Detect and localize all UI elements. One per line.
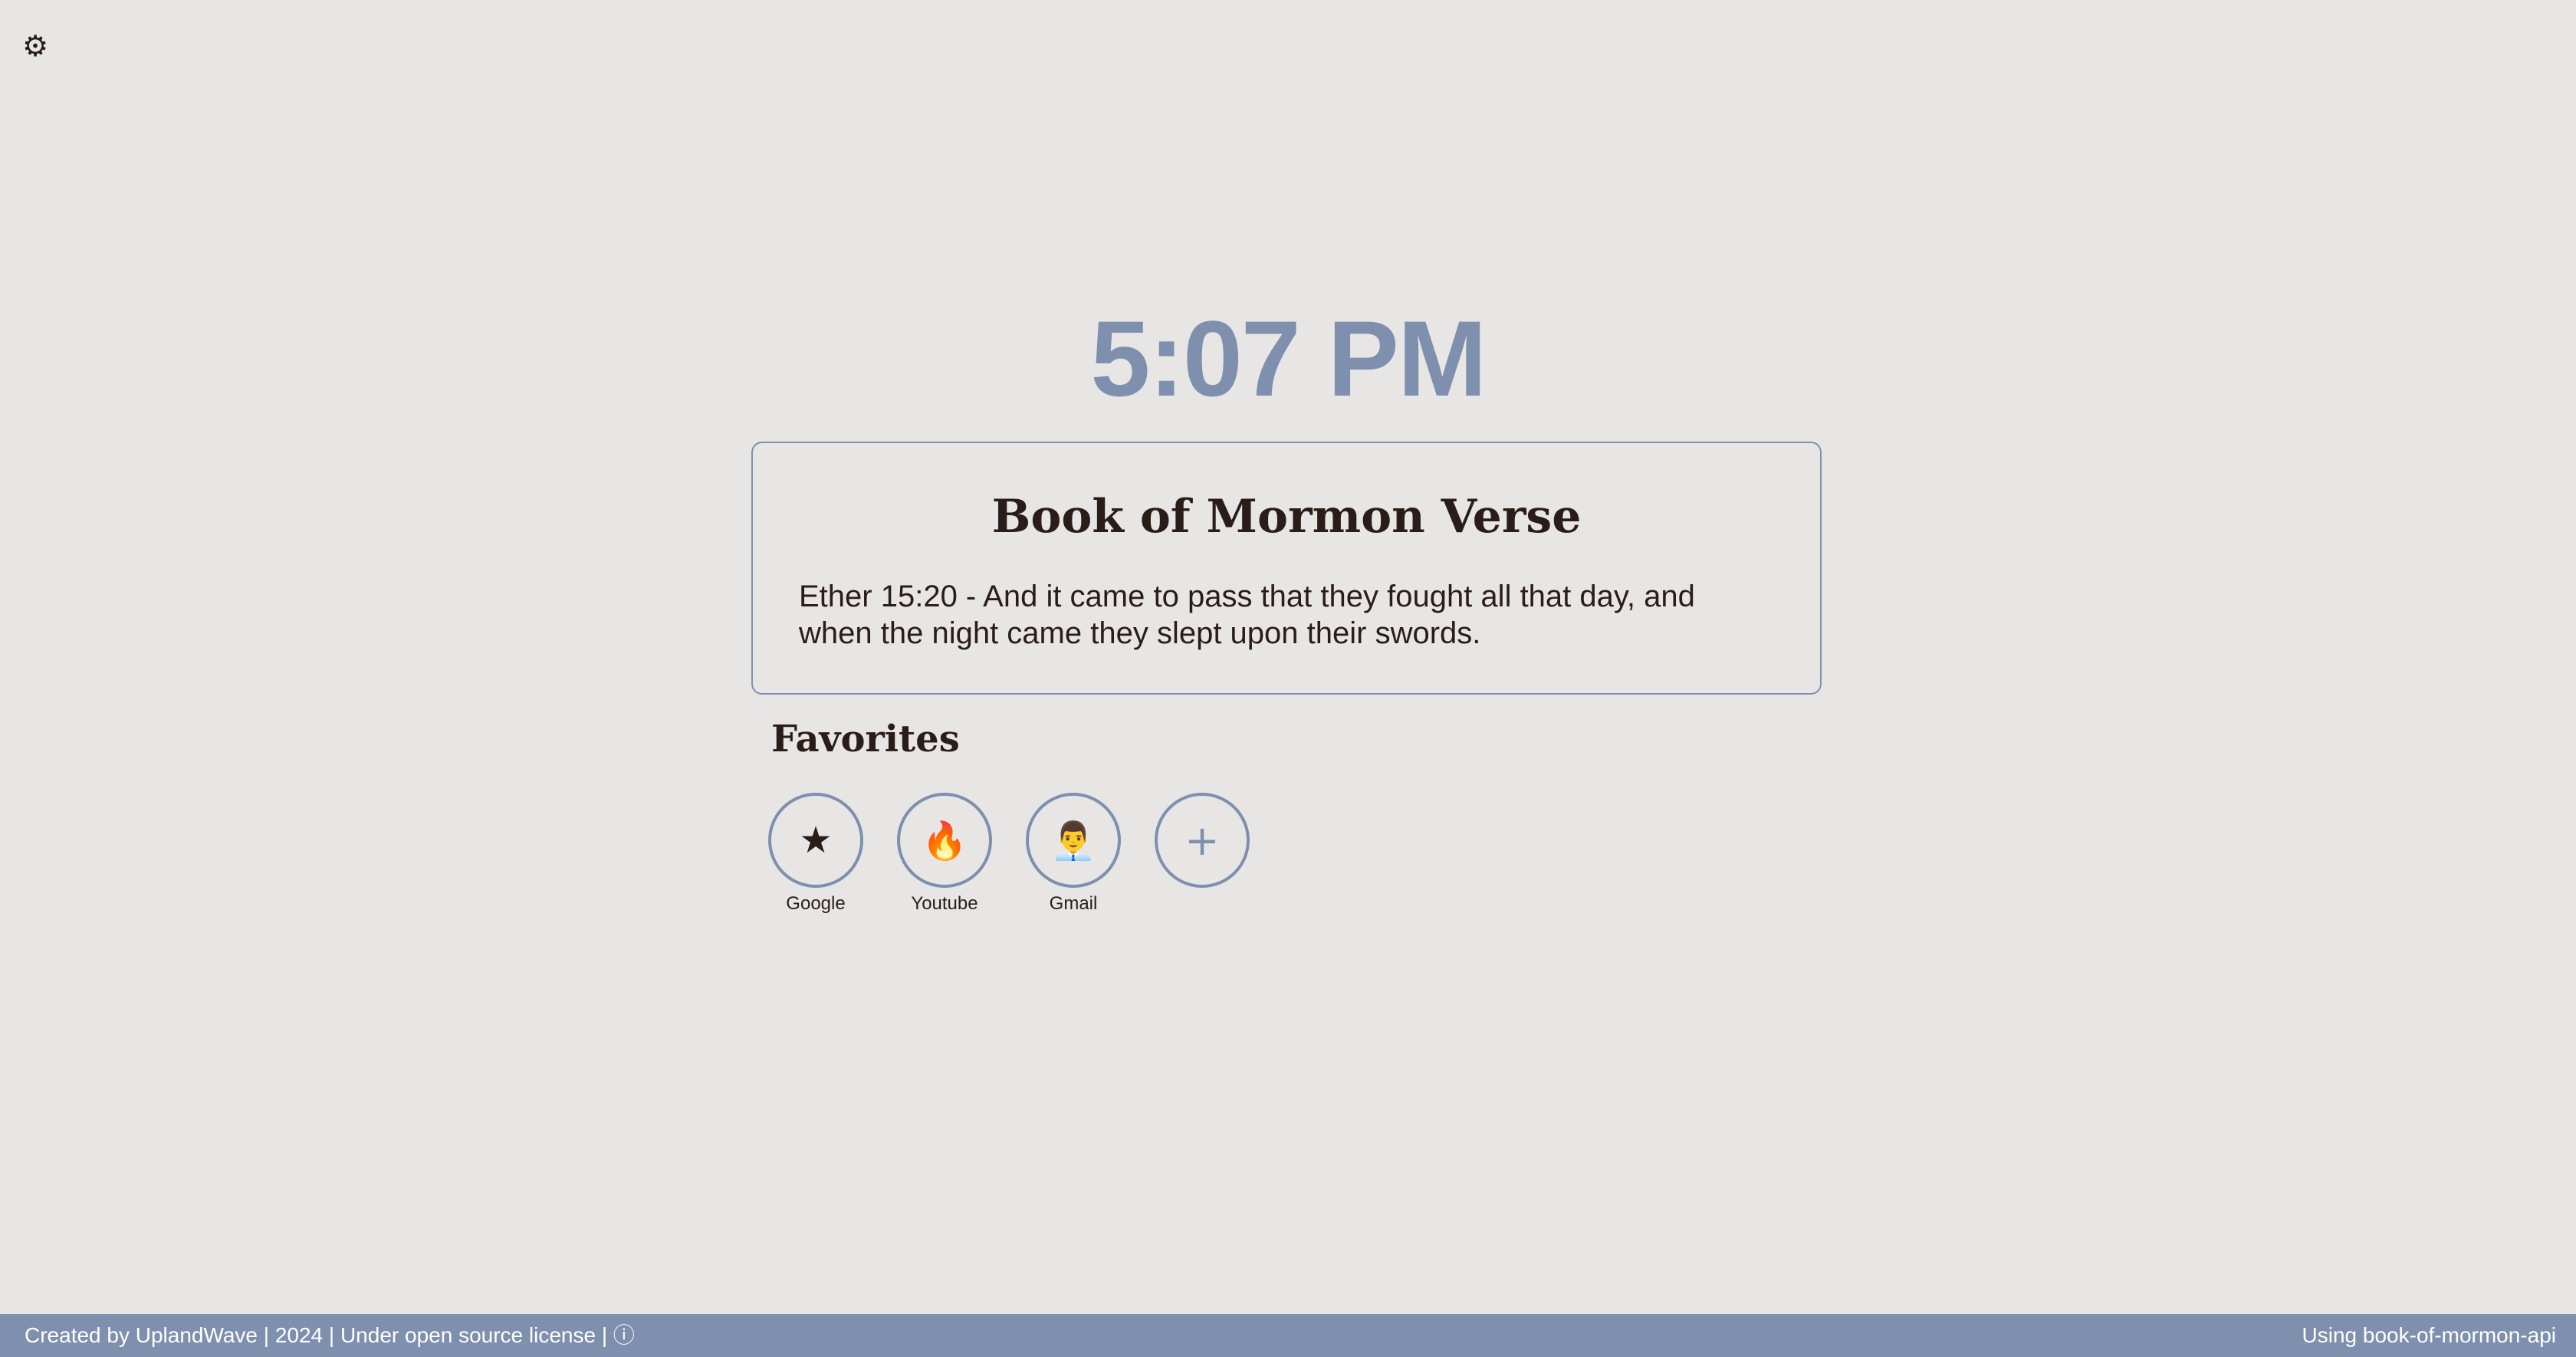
- footer: Created by UplandWave | 2024 | Under ope…: [0, 1314, 2576, 1357]
- favorite-youtube[interactable]: 🔥 Youtube: [895, 793, 994, 915]
- favorite-label: Youtube: [911, 893, 978, 914]
- favorite-label: Gmail: [1049, 893, 1098, 914]
- favorites-title: Favorites: [771, 718, 960, 761]
- gear-icon[interactable]: ⚙: [20, 31, 51, 61]
- clock-time: 5:07 PM: [1090, 298, 1487, 419]
- star-icon[interactable]: ★: [768, 793, 863, 888]
- footer-credits-text: Created by UplandWave | 2024 | Under ope…: [25, 1323, 608, 1347]
- fire-icon[interactable]: 🔥: [897, 793, 992, 888]
- person-icon[interactable]: 👨‍💼: [1026, 793, 1121, 888]
- favorites-list: ★ Google 🔥 Youtube 👨‍💼 Gmail +: [767, 793, 1303, 923]
- favorite-google[interactable]: ★ Google: [767, 793, 865, 915]
- footer-credits: Created by UplandWave | 2024 | Under ope…: [25, 1314, 635, 1357]
- verse-card: Book of Mormon Verse Ether 15:20 - And i…: [751, 442, 1822, 695]
- favorite-gmail[interactable]: 👨‍💼 Gmail: [1024, 793, 1122, 915]
- info-icon[interactable]: ⓘ: [613, 1314, 635, 1357]
- footer-api-note: Using book-of-mormon-api: [2302, 1323, 2556, 1347]
- favorite-label: Google: [786, 893, 846, 914]
- verse-text: Ether 15:20 - And it came to pass that t…: [799, 580, 1695, 650]
- verse-title: Book of Mormon Verse: [991, 490, 1582, 544]
- plus-icon[interactable]: +: [1155, 793, 1250, 888]
- add-favorite-button[interactable]: +: [1153, 793, 1251, 888]
